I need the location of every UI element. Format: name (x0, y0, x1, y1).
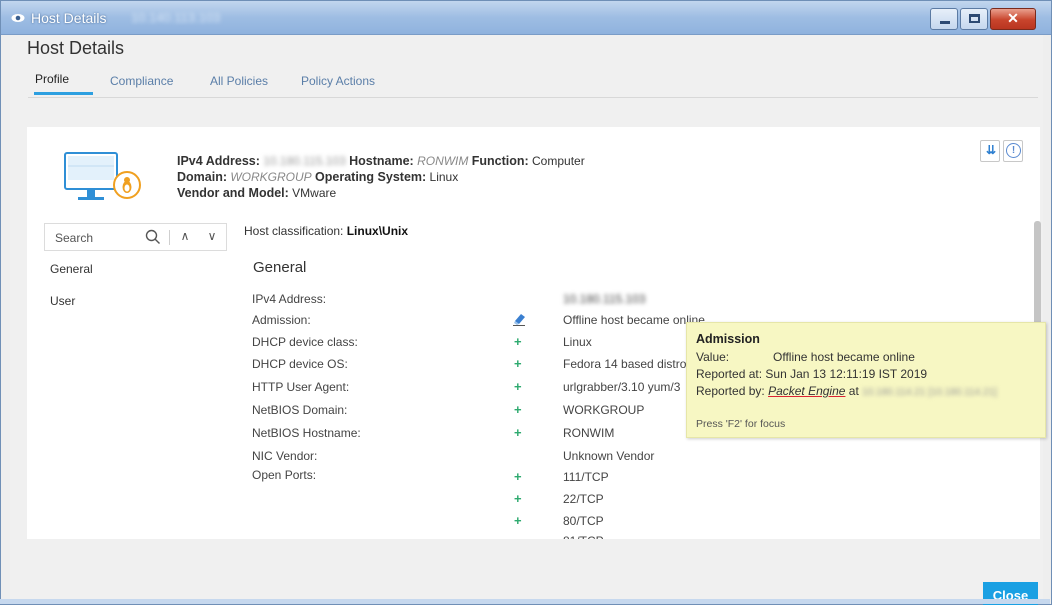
property-name: NetBIOS Hostname: (252, 426, 361, 440)
tooltip-reported-at: Sun Jan 13 12:11:19 IST 2019 (765, 367, 928, 381)
add-icon[interactable]: + (514, 491, 522, 506)
property-value: Unknown Vendor (563, 449, 655, 463)
open-port-value: 22/TCP (563, 492, 604, 506)
tooltip-title: Admission (696, 332, 760, 346)
sidebar-item-general[interactable]: General (50, 262, 93, 276)
open-port-value: 81/TCP (563, 534, 604, 539)
window-title: Host Details (31, 10, 107, 26)
vendor-value: VMware (292, 186, 337, 200)
tooltip-reported-by-link[interactable]: Packet Engine (768, 384, 845, 398)
title-bar[interactable]: Host Details 10.140.113.103 ✕ (1, 1, 1051, 35)
tooltip-reported-by-label: Reported by: (696, 384, 765, 398)
tooltip-value-label: Value: (696, 350, 730, 364)
vendor-label: Vendor and Model: (177, 186, 289, 200)
property-name: Open Ports: (252, 468, 317, 482)
search-icon[interactable] (145, 229, 161, 245)
search-input[interactable]: Search (55, 231, 93, 245)
tab-all-policies[interactable]: All Policies (210, 74, 268, 88)
property-name: NetBIOS Domain: (252, 403, 348, 417)
double-chevron-down-icon: ⇊ (986, 143, 997, 157)
property-value: 111/TCP (563, 470, 609, 484)
property-value: Offline host became online (563, 313, 705, 327)
tooltip-reported-at-label: Reported at: (696, 367, 763, 381)
window-bottom-frame (0, 599, 1050, 604)
search-divider (169, 230, 170, 245)
tab-policy-actions[interactable]: Policy Actions (301, 74, 375, 88)
tooltip-value: Offline host became online (773, 350, 915, 364)
active-tab-indicator (34, 92, 93, 95)
sidebar-item-user[interactable]: User (50, 294, 75, 308)
info-button[interactable]: ! (1003, 140, 1023, 162)
search-box[interactable]: Search ∧ ∨ (44, 223, 227, 251)
add-icon[interactable]: + (514, 402, 522, 417)
add-icon[interactable]: + (514, 334, 522, 349)
tooltip-hint: Press 'F2' for focus (696, 418, 786, 430)
property-name: HTTP User Agent: (252, 380, 350, 394)
property-value: Linux (563, 335, 592, 349)
property-value: Fedora 14 based distro (563, 357, 687, 371)
host-classification-label: Host classification: (244, 224, 344, 238)
host-summary: IPv4 Address: 10.180.115.103 Hostname: R… (177, 153, 585, 201)
add-icon[interactable]: + (514, 469, 522, 484)
os-value: Linux (429, 170, 459, 184)
function-value: Computer (532, 154, 585, 168)
add-icon[interactable]: + (514, 425, 522, 440)
domain-value: WORKGROUP (230, 170, 312, 184)
window-title-ip: 10.140.113.103 (131, 10, 221, 25)
section-title-general: General (253, 259, 307, 276)
property-name: NIC Vendor: (252, 449, 318, 463)
property-value: WORKGROUP (563, 403, 645, 417)
info-icon: ! (1006, 143, 1021, 158)
chevron-down-icon[interactable]: ∨ (205, 229, 219, 245)
eye-icon (11, 14, 25, 22)
ipv4-value: 10.180.115.103 (263, 154, 346, 168)
admission-tooltip: Admission Value: Offline host became onl… (686, 322, 1046, 438)
tab-divider (28, 97, 1038, 98)
os-label: Operating System: (315, 170, 427, 184)
close-icon: ✕ (1007, 10, 1019, 26)
domain-label: Domain: (177, 170, 227, 184)
property-value: urlgrabber/3.10 yum/3 (563, 380, 681, 394)
property-value: 10.180.115.103 (563, 292, 646, 306)
ipv4-label: IPv4 Address: (177, 154, 260, 168)
add-icon[interactable]: + (514, 356, 522, 371)
property-name: IPv4 Address: (252, 292, 327, 306)
eraser-icon[interactable] (512, 312, 526, 326)
property-name: Admission: (252, 313, 311, 327)
page-title: Host Details (27, 38, 125, 58)
add-icon[interactable]: + (514, 513, 522, 528)
property-name: DHCP device OS: (252, 357, 348, 371)
open-port-value: 80/TCP (563, 514, 604, 528)
hostname-value: RONWIM (417, 154, 469, 168)
chevron-up-icon[interactable]: ∧ (178, 229, 192, 245)
maximize-button[interactable] (960, 8, 988, 30)
expand-all-button[interactable]: ⇊ (980, 140, 1000, 162)
tab-compliance[interactable]: Compliance (110, 74, 173, 88)
close-window-button[interactable]: ✕ (990, 8, 1036, 30)
host-classification-value: Linux\Unix (346, 224, 409, 238)
tooltip-reported-by-at: at (848, 384, 859, 398)
hostname-label: Hostname: (349, 154, 414, 168)
add-icon[interactable]: + (514, 379, 522, 394)
minimize-button[interactable] (930, 8, 958, 30)
function-label: Function: (471, 154, 529, 168)
maximize-icon (969, 14, 980, 23)
tooltip-reported-by-ip: 10.180.114.21 [10.180.114.21] (862, 387, 997, 398)
minimize-icon (940, 21, 950, 24)
property-name: DHCP device class: (252, 335, 358, 349)
host-classification: Host classification: Linux\Unix (244, 224, 408, 238)
linux-computer-icon (64, 152, 141, 200)
property-value: RONWIM (563, 426, 615, 440)
tab-profile[interactable]: Profile (35, 72, 69, 86)
